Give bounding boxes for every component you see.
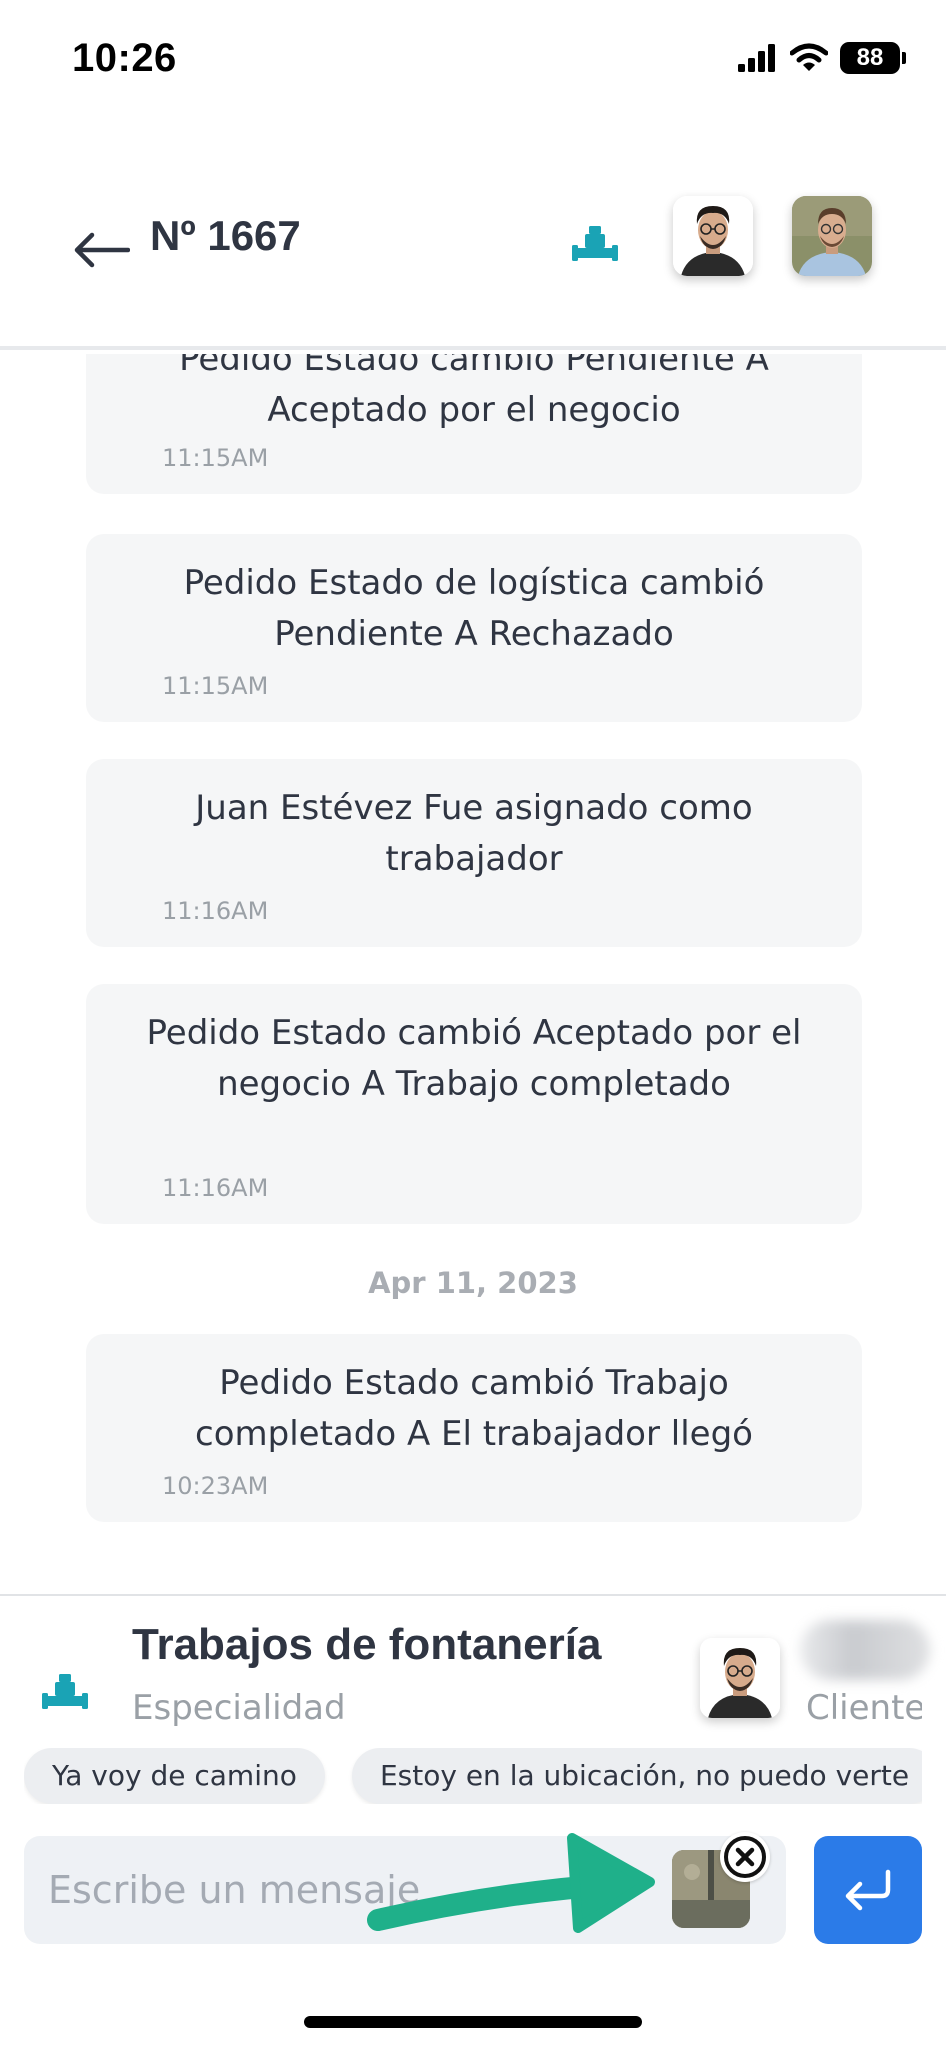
status-time: 10:26 (72, 36, 177, 80)
wifi-icon (790, 43, 828, 71)
system-message: Pedido Estado cambió Aceptado por el neg… (86, 984, 862, 1224)
system-message: Pedido Estado de logística cambió Pendie… (86, 534, 862, 722)
message-time: 10:23AM (162, 1472, 269, 1500)
client-label: Cliente (806, 1688, 922, 1728)
back-button[interactable] (72, 220, 136, 280)
bottom-panel: Trabajos de fontanería Especialidad Clie… (0, 1594, 946, 2048)
plumbing-icon (42, 1674, 88, 1709)
cellular-signal-icon (738, 44, 775, 72)
send-button[interactable] (814, 1836, 922, 1944)
enter-return-icon (845, 1869, 891, 1911)
status-icons: 88 (738, 42, 906, 74)
back-arrow-icon (74, 232, 130, 268)
system-message: Pedido Estado cambió Trabajo completado … (86, 1334, 862, 1522)
order-title: Nº 1667 (150, 212, 301, 259)
battery-icon: 88 (840, 42, 906, 74)
system-message: Juan Estévez Fue asignado como trabajado… (86, 759, 862, 947)
quick-reply-chip[interactable]: Estoy en la ubicación, no puedo verte (351, 1748, 922, 1804)
worker-avatar[interactable] (673, 196, 753, 276)
remove-attachment-button[interactable] (720, 1832, 770, 1882)
message-text: Pedido Estado cambió Pendiente A Aceptad… (179, 354, 769, 430)
status-bar: 10:26 88 (0, 0, 946, 120)
system-message: Pedido Estado cambió Pendiente A Aceptad… (86, 354, 862, 494)
date-separator: Apr 11, 2023 (368, 1266, 578, 1300)
message-time: 11:15AM (162, 672, 269, 700)
quick-replies: Ya voy de camino Estoy en la ubicación, … (24, 1748, 922, 1804)
worker-avatar[interactable] (700, 1638, 780, 1718)
plumbing-icon (572, 226, 618, 261)
message-text: Pedido Estado cambió Trabajo completado … (195, 1363, 753, 1454)
message-time: 11:16AM (162, 1174, 269, 1202)
message-time: 11:16AM (162, 897, 269, 925)
message-composer (24, 1832, 786, 1944)
message-input[interactable] (48, 1862, 468, 1918)
client-avatar[interactable] (792, 196, 872, 276)
client-name-blurred (800, 1620, 930, 1680)
home-indicator[interactable] (304, 2016, 642, 2028)
message-text: Juan Estévez Fue asignado como trabajado… (195, 788, 753, 879)
close-circle-icon (724, 1836, 766, 1878)
app-header: Nº 1667 (0, 120, 946, 350)
specialty-title: Trabajos de fontanería (132, 1620, 602, 1669)
quick-reply-chip[interactable]: Ya voy de camino (24, 1748, 325, 1804)
message-text: Pedido Estado de logística cambió Pendie… (183, 563, 765, 654)
message-text: Pedido Estado cambió Aceptado por el neg… (146, 1013, 802, 1104)
specialty-label: Especialidad (132, 1688, 346, 1728)
message-time: 11:15AM (162, 444, 269, 472)
chat-feed[interactable]: Pedido Estado cambió Pendiente A Aceptad… (0, 354, 946, 1594)
